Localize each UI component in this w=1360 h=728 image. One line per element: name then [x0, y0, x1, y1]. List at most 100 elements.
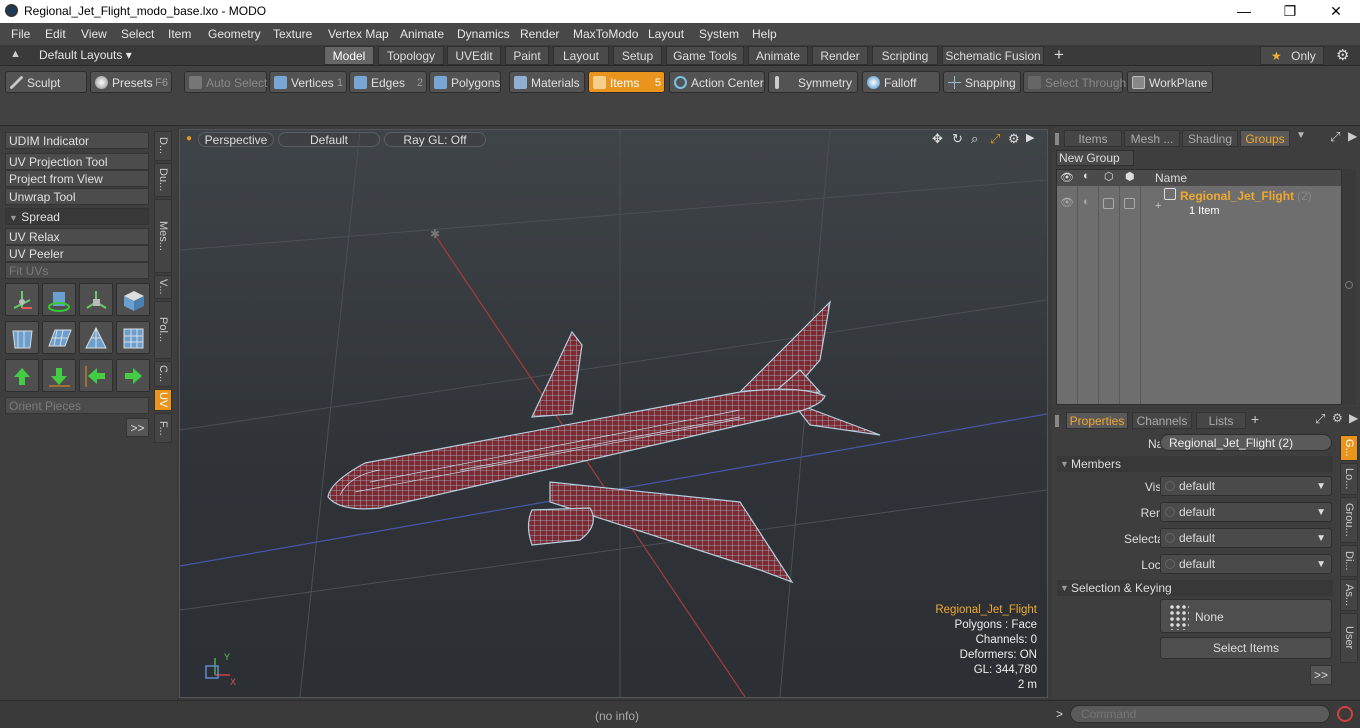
tab-topology[interactable]: Topology: [378, 46, 444, 65]
tab-items[interactable]: Items: [1064, 130, 1122, 147]
tab-schematic-fusion[interactable]: Schematic Fusion: [942, 46, 1044, 65]
vtab-lo[interactable]: Lo...: [1340, 463, 1358, 495]
spread-section[interactable]: ▼ Spread: [5, 208, 149, 225]
vtab-v[interactable]: V...: [154, 275, 172, 299]
visible-dropdown[interactable]: default ▼: [1160, 476, 1332, 496]
align-left-icon[interactable]: [79, 359, 113, 392]
default-layouts-dropdown[interactable]: Default Layouts ▾: [39, 48, 132, 62]
items-button[interactable]: Items 5: [588, 71, 665, 93]
edges-button[interactable]: Edges 2: [349, 71, 427, 93]
visibility-col-icon[interactable]: 👁: [1060, 171, 1074, 184]
uv-cylinder-icon[interactable]: [5, 321, 39, 354]
symmetry-button[interactable]: Symmetry: [768, 71, 858, 93]
tab-uvedit[interactable]: UVEdit: [447, 46, 501, 65]
command-input[interactable]: [1070, 705, 1330, 723]
vtab-pol[interactable]: Pol...: [154, 301, 172, 359]
menu-edit[interactable]: Edit: [45, 27, 66, 41]
tab-setup[interactable]: Setup: [613, 46, 662, 65]
tab-animate[interactable]: Animate: [748, 46, 808, 65]
tab-render[interactable]: Render: [812, 46, 868, 65]
selection-keying-section[interactable]: ▼ Selection & Keying: [1057, 580, 1333, 596]
menu-system[interactable]: System: [699, 27, 739, 41]
fit-uvs-button[interactable]: Fit UVs: [5, 262, 149, 279]
add-props-tab-button[interactable]: +: [1251, 411, 1259, 427]
unwrap-tool-button[interactable]: Unwrap Tool: [5, 188, 149, 205]
new-group-button[interactable]: New Group: [1056, 150, 1134, 166]
uv-transform-icon[interactable]: [5, 283, 39, 316]
materials-button[interactable]: Materials: [509, 71, 585, 93]
locked-dropdown[interactable]: default ▼: [1160, 554, 1332, 574]
vtab-mes[interactable]: Mes...: [154, 199, 172, 273]
menu-file[interactable]: File: [11, 27, 30, 41]
select-items-button[interactable]: Select Items: [1160, 637, 1332, 659]
uv-relax-button[interactable]: UV Relax: [5, 228, 149, 245]
row-lock-checkbox[interactable]: [1103, 198, 1114, 209]
props-pop-out-icon[interactable]: ⤢: [1315, 411, 1325, 427]
lock-col-icon[interactable]: ⬡: [1104, 170, 1114, 183]
uv-rotate-icon[interactable]: [42, 283, 76, 316]
tab-paint[interactable]: Paint: [505, 46, 549, 65]
tab-model[interactable]: Model: [324, 46, 374, 65]
selectable-dropdown[interactable]: default ▼: [1160, 528, 1332, 548]
action-center-button[interactable]: Action Center: [669, 71, 765, 93]
menu-maxtomodo[interactable]: MaxToModo: [573, 27, 638, 41]
menu-layout[interactable]: Layout: [648, 27, 684, 41]
tab-lists[interactable]: Lists: [1196, 412, 1246, 429]
row-select-checkbox[interactable]: [1124, 198, 1135, 209]
props-arrow-icon[interactable]: ▶: [1349, 411, 1358, 425]
maximize-button[interactable]: ❐: [1267, 0, 1313, 23]
more-tools-button[interactable]: >>: [126, 418, 149, 437]
align-down-icon[interactable]: [42, 359, 76, 392]
project-from-view-button[interactable]: Project from View: [5, 170, 149, 187]
align-right-icon[interactable]: [116, 359, 150, 392]
falloff-button[interactable]: Falloff: [862, 71, 940, 93]
tab-mesh[interactable]: Mesh ...: [1124, 130, 1180, 147]
vtab-du[interactable]: Du...: [154, 163, 172, 197]
menu-view[interactable]: View: [81, 27, 107, 41]
props-gear-icon[interactable]: ⚙: [1332, 411, 1343, 425]
vtab-d[interactable]: D...: [154, 131, 172, 161]
tab-groups[interactable]: Groups: [1240, 130, 1290, 147]
uv-move-icon[interactable]: [79, 283, 113, 316]
add-tab-button[interactable]: +: [1054, 45, 1064, 65]
vtab-uv[interactable]: UV: [154, 389, 172, 411]
scroll-handle[interactable]: [1345, 281, 1353, 289]
vtab-user[interactable]: User: [1340, 613, 1358, 663]
vtab-c[interactable]: C...: [154, 361, 172, 387]
udim-indicator-button[interactable]: UDIM Indicator: [5, 132, 149, 149]
menu-dynamics[interactable]: Dynamics: [457, 27, 510, 41]
none-preset-button[interactable]: None: [1160, 599, 1332, 633]
vertices-button[interactable]: Vertices 1: [269, 71, 347, 93]
select-through-button[interactable]: Select Through: [1023, 71, 1126, 93]
presets-button[interactable]: Presets F6: [90, 71, 172, 93]
pop-out-icon[interactable]: ⤢: [1330, 129, 1340, 145]
props-grip-icon[interactable]: [1055, 415, 1059, 427]
uv-pyramid-icon[interactable]: [79, 321, 113, 354]
name-field[interactable]: Regional_Jet_Flight (2): [1160, 434, 1332, 451]
menu-item[interactable]: Item: [168, 27, 191, 41]
menu-help[interactable]: Help: [752, 27, 777, 41]
polygons-button[interactable]: Polygons: [429, 71, 501, 93]
3d-viewport[interactable]: ● Perspective Default Ray GL: Off ✥ ↻ ⌕ …: [179, 129, 1048, 698]
panel-grip-icon[interactable]: [1055, 133, 1059, 145]
group-row[interactable]: 👁 ◐ + Regional_Jet_Flight (2) 1 Item: [1057, 186, 1341, 222]
expand-plus-icon[interactable]: +: [1155, 200, 1161, 212]
snapping-button[interactable]: Snapping: [943, 71, 1021, 93]
record-icon[interactable]: [1337, 706, 1353, 722]
sculpt-button[interactable]: Sculpt: [5, 71, 87, 93]
row-render-icon[interactable]: ◐: [1083, 196, 1090, 208]
tab-layout[interactable]: Layout: [553, 46, 609, 65]
uv-planar-icon[interactable]: [42, 321, 76, 354]
align-up-icon[interactable]: [5, 359, 39, 392]
tab-scripting[interactable]: Scripting: [872, 46, 938, 65]
vtab-g[interactable]: G...: [1340, 435, 1358, 461]
panel-arrow-icon[interactable]: ▶: [1348, 129, 1357, 143]
uv-grid-icon[interactable]: [116, 321, 150, 354]
select-col-icon[interactable]: ⬢: [1125, 170, 1135, 183]
tab-channels[interactable]: Channels: [1132, 412, 1192, 429]
uv-peeler-button[interactable]: UV Peeler: [5, 245, 149, 262]
orient-pieces-button[interactable]: Orient Pieces: [5, 397, 149, 414]
workplane-button[interactable]: WorkPlane: [1127, 71, 1213, 93]
only-toggle[interactable]: ★ Only: [1260, 46, 1324, 65]
render-dropdown[interactable]: default ▼: [1160, 502, 1332, 522]
